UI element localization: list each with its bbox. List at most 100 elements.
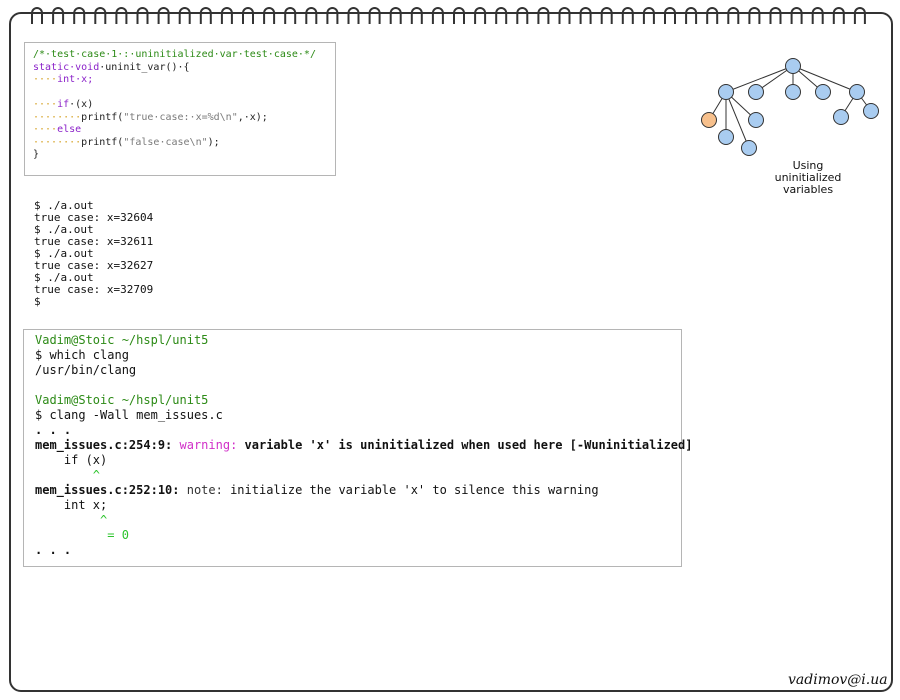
note-source-line: int x; [35, 498, 108, 512]
tree-node [863, 103, 879, 119]
tree-node [748, 84, 764, 100]
binding-ring [431, 7, 444, 24]
binding-ring [157, 7, 170, 24]
code-string-literal: "false·case\n" [123, 136, 208, 148]
binding-ring [52, 7, 65, 24]
code-whitespace: ········ [33, 136, 82, 148]
tree-node [785, 84, 801, 100]
code-string-literal: "true·case:·x=%d\n" [123, 111, 238, 123]
binding-ring [305, 7, 318, 24]
code-printf-call: printf( [81, 111, 124, 123]
tree-node-root [785, 58, 801, 74]
code-comment: /*·test·case·1·:·uninitialized·var·test·… [33, 49, 316, 60]
binding-ring [199, 7, 212, 24]
code-printf-args: ); [207, 136, 220, 148]
binding-ring [600, 7, 613, 24]
binding-ring [832, 7, 845, 24]
code-if-condition: ·(x) [69, 99, 94, 110]
binding-ring [769, 7, 782, 24]
output-line: $ [34, 295, 41, 308]
terminal-box: Vadim@Stoic ~/hspl/unit5 $ which clang /… [23, 329, 692, 567]
binding-ring [642, 7, 655, 24]
spiral-binding [31, 7, 866, 24]
binding-ring [727, 7, 740, 24]
tree-node [718, 129, 734, 145]
binding-ring [263, 7, 276, 24]
binding-ring [242, 7, 254, 24]
binding-ring [621, 7, 634, 24]
code-whitespace: ···· [33, 124, 58, 135]
binding-ring [31, 7, 43, 24]
code-printf-call: printf( [81, 136, 124, 148]
note-fix-hint: = 0 [35, 528, 129, 542]
binding-ring [811, 7, 824, 24]
prompt-user: Vadim@Stoic [35, 333, 115, 347]
code-printf-args: ,·x); [237, 111, 268, 123]
author-email: vadimov@i.ua [788, 672, 888, 688]
binding-ring [326, 7, 339, 24]
binding-ring [853, 7, 866, 24]
prompt-user: Vadim@Stoic [35, 393, 115, 407]
note-location: mem_issues.c:252:10: [35, 483, 180, 497]
ellipsis: . . . [35, 543, 72, 557]
binding-ring [94, 7, 107, 24]
note-caret: ^ [35, 513, 108, 527]
binding-ring [706, 7, 719, 24]
code-whitespace: ···· [33, 74, 58, 85]
binding-ring [284, 7, 297, 24]
tree-node [748, 112, 764, 128]
binding-ring [453, 7, 465, 24]
binding-ring [748, 7, 761, 24]
note-label: note: [179, 483, 223, 497]
binding-ring [474, 7, 487, 24]
binding-ring [664, 7, 676, 24]
binding-ring [410, 7, 423, 24]
tree-node [815, 84, 831, 100]
binding-ring [558, 7, 571, 24]
warning-label: warning: [172, 438, 238, 452]
binding-ring [685, 7, 698, 24]
tree-node [833, 109, 849, 125]
code-if-keyword: if [57, 99, 70, 110]
tree-node-highlighted [701, 112, 717, 128]
binding-ring [220, 7, 233, 24]
note-message: initialize the variable 'x' to silence t… [222, 483, 599, 497]
terminal-command: $ which clang [35, 348, 129, 362]
prompt-path: ~/hspl/unit5 [114, 333, 209, 347]
tree-node [741, 140, 757, 156]
warning-caret: ^ [35, 468, 101, 482]
tree-caption-line: variables [782, 183, 834, 196]
binding-ring [115, 7, 128, 24]
warning-source-line: if (x) [35, 453, 108, 467]
code-whitespace: ···· [33, 99, 58, 110]
ellipsis: . . . [35, 423, 72, 437]
binding-ring [516, 7, 529, 24]
binding-ring [579, 7, 592, 24]
tree-node [718, 84, 734, 100]
code-signature-keyword: static·void [33, 61, 100, 73]
run-output-block: $ ./a.out true case: x=32604 $ ./a.out t… [34, 200, 153, 308]
binding-ring [790, 7, 803, 24]
code-whitespace: ········ [33, 111, 82, 123]
code-snippet-box: /*·test·case·1·:·uninitialized·var·test·… [24, 42, 336, 176]
binding-ring [495, 7, 508, 24]
binding-ring [178, 7, 191, 24]
code-declaration: int·x; [57, 74, 94, 85]
binding-ring [537, 7, 550, 24]
tree-diagram [701, 58, 879, 156]
terminal-output: /usr/bin/clang [35, 363, 137, 377]
binding-ring [73, 7, 86, 24]
binding-ring [136, 7, 149, 24]
warning-message: variable 'x' is uninitialized when used … [237, 438, 693, 452]
warning-location: mem_issues.c:254:9: [35, 438, 173, 452]
binding-ring [389, 7, 402, 24]
output-line: true case: x=32709 [34, 283, 154, 296]
binding-ring [368, 7, 381, 24]
prompt-path: ~/hspl/unit5 [114, 393, 209, 407]
tree-caption: Using uninitialized variables [752, 160, 864, 196]
binding-ring [347, 7, 360, 24]
tree-node [849, 84, 865, 100]
code-signature: ·uninit_var()·{ [99, 61, 190, 73]
code-closing-brace: } [33, 149, 40, 160]
code-else-keyword: else [57, 124, 82, 135]
